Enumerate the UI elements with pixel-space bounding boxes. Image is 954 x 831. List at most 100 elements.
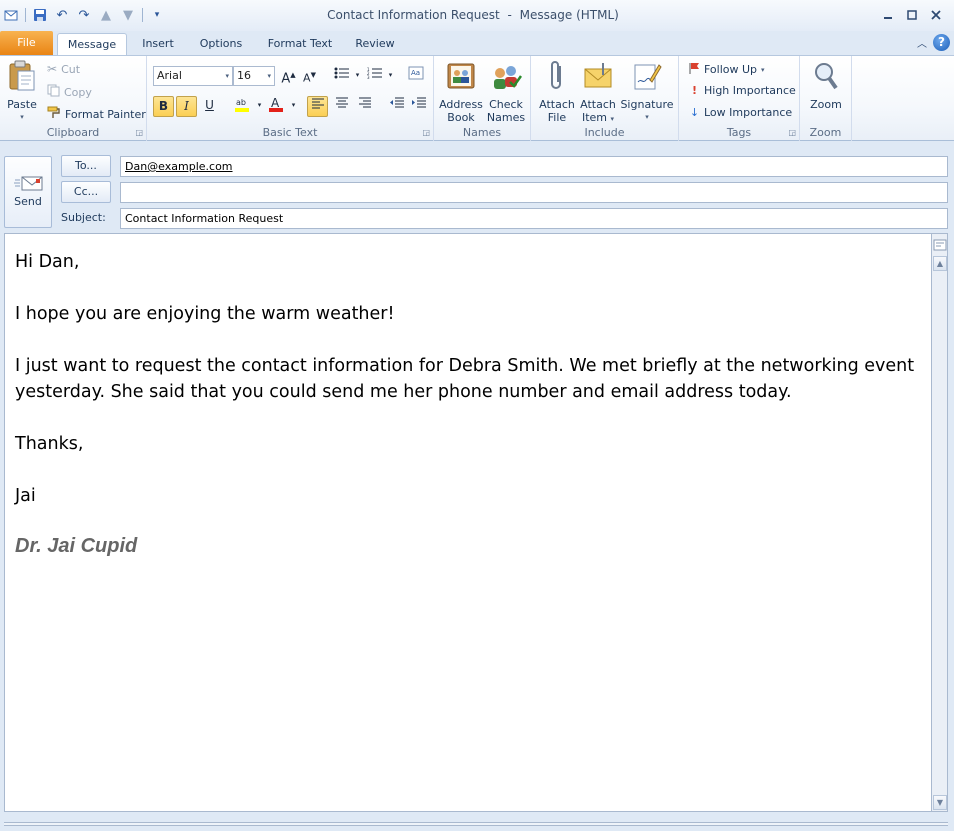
signature-dropdown-icon[interactable]: ▾ — [619, 111, 675, 124]
align-center-icon[interactable] — [331, 96, 352, 117]
bold-button[interactable]: B — [153, 96, 174, 117]
grow-font-icon[interactable]: A▲ — [278, 66, 299, 87]
paste-icon — [4, 60, 40, 95]
tab-options[interactable]: Options — [195, 33, 247, 55]
paintbrush-icon — [47, 106, 61, 122]
italic-button[interactable]: I — [176, 96, 197, 117]
tab-message[interactable]: Message — [57, 33, 127, 55]
high-importance-icon: ! — [691, 84, 698, 97]
paste-dropdown-icon[interactable]: ▾ — [4, 111, 40, 124]
maximize-icon[interactable] — [900, 6, 924, 24]
bottom-strip — [0, 812, 954, 831]
clipboard-group: Paste ▾ ✂ Cut Copy Format Painter Clipbo… — [0, 56, 147, 141]
font-name-combo[interactable]: Arial ▾ — [153, 66, 233, 86]
decrease-indent-icon[interactable] — [386, 96, 407, 117]
zoom-group: Zoom Zoom — [800, 56, 852, 141]
signature-button[interactable]: Signature ▾ — [619, 60, 675, 124]
message-body[interactable]: Hi Dan, I hope you are enjoying the warm… — [4, 233, 932, 812]
basic-text-launcher-icon[interactable]: ◲ — [422, 128, 430, 137]
body-closing: Thanks, — [15, 434, 84, 454]
copy-button[interactable]: Copy — [47, 84, 92, 100]
address-book-button[interactable]: Address Book — [438, 60, 484, 124]
tab-file[interactable]: File — [0, 31, 53, 55]
message-header: Send To... Cc... Subject: Dan@example.co… — [0, 142, 954, 232]
align-right-icon[interactable] — [354, 96, 375, 117]
check-names-button[interactable]: Check Names — [484, 60, 528, 124]
scroll-down-icon[interactable]: ▼ — [933, 795, 947, 810]
address-book-label-2: Book — [447, 111, 475, 124]
scroll-up-icon[interactable]: ▲ — [933, 256, 947, 271]
cc-button[interactable]: Cc... — [61, 181, 111, 203]
close-icon[interactable] — [924, 6, 948, 24]
low-importance-arrow-icon: ↓ — [689, 106, 700, 119]
svg-text:3: 3 — [367, 75, 370, 79]
message-subject-title: Contact Information Request — [327, 8, 500, 22]
attach-item-button[interactable]: Attach Item ▾ — [577, 60, 619, 126]
minimize-icon[interactable] — [876, 6, 900, 24]
flag-icon — [689, 62, 700, 77]
svg-text:A: A — [271, 96, 280, 110]
zoom-button[interactable]: Zoom — [804, 60, 848, 111]
align-left-icon[interactable] — [307, 96, 328, 117]
follow-up-dropdown-icon[interactable]: ▾ — [761, 66, 765, 74]
high-importance-button[interactable]: ! High Importance — [689, 84, 796, 97]
shrink-font-icon[interactable]: A▼ — [299, 66, 320, 87]
underline-button[interactable]: U — [199, 96, 220, 117]
subject-field[interactable]: Contact Information Request — [120, 208, 948, 229]
copy-label: Copy — [64, 85, 92, 99]
tabstrip-right: ︿ ? — [917, 34, 950, 51]
paste-button[interactable]: Paste ▾ — [4, 60, 40, 124]
email-signature: Dr. Jai Cupid — [15, 535, 138, 557]
follow-up-label: Follow Up — [704, 63, 758, 76]
send-label: Send — [14, 195, 42, 208]
basic-text-group: Arial ▾ 16 ▾ A▲ A▼ ▾ 123 ▾ Aa B I U ab ▾… — [147, 56, 434, 141]
cut-button[interactable]: ✂ Cut — [47, 62, 80, 76]
to-field[interactable]: Dan@example.com — [120, 156, 948, 177]
attach-file-button[interactable]: Attach File — [537, 60, 577, 124]
styles-icon[interactable]: Aa — [405, 66, 426, 87]
font-dropdown-icon[interactable]: ▾ — [225, 67, 229, 85]
envelope-icon — [577, 60, 619, 95]
format-painter-label: Format Painter — [65, 107, 146, 121]
address-book-icon — [438, 60, 484, 95]
check-names-icon — [484, 60, 528, 95]
clipboard-launcher-icon[interactable]: ◲ — [135, 128, 143, 137]
font-name-value: Arial — [157, 69, 182, 82]
ribbon: Paste ▾ ✂ Cut Copy Format Painter Clipbo… — [0, 55, 954, 141]
cc-field[interactable] — [120, 182, 948, 203]
attach-file-label-1: Attach — [539, 98, 575, 111]
attach-file-label-2: File — [547, 111, 567, 124]
clipboard-group-label: Clipboard — [46, 126, 100, 139]
low-importance-label: Low Importance — [704, 106, 793, 119]
low-importance-button[interactable]: ↓ Low Importance — [689, 106, 792, 119]
font-size-dropdown-icon[interactable]: ▾ — [267, 67, 271, 85]
font-color-dropdown-icon[interactable]: ▾ — [283, 96, 304, 117]
body-scrollbar[interactable]: ▲ ▼ — [931, 233, 948, 812]
magnifier-icon — [804, 60, 848, 95]
to-button[interactable]: To... — [61, 155, 111, 177]
tab-review[interactable]: Review — [352, 33, 398, 55]
collapse-ribbon-icon[interactable]: ︿ — [917, 35, 927, 50]
format-painter-button[interactable]: Format Painter — [47, 106, 146, 122]
paperclip-icon — [537, 60, 577, 95]
tab-insert[interactable]: Insert — [137, 33, 179, 55]
send-button[interactable]: Send — [4, 156, 52, 228]
tags-launcher-icon[interactable]: ◲ — [788, 128, 796, 137]
title-separator: - — [507, 8, 512, 22]
increase-indent-icon[interactable] — [408, 96, 429, 117]
message-mode: Message (HTML) — [519, 8, 619, 22]
attach-item-label-1: Attach — [580, 98, 616, 111]
attach-item-dropdown-icon[interactable]: ▾ — [611, 115, 615, 123]
font-size-combo[interactable]: 16 ▾ — [233, 66, 275, 86]
tab-format-text[interactable]: Format Text — [264, 33, 336, 55]
numbering-dropdown-icon[interactable]: ▾ — [380, 66, 401, 87]
bottom-divider — [4, 822, 948, 826]
follow-up-button[interactable]: Follow Up ▾ — [689, 62, 765, 77]
to-recipient[interactable]: Dan@example.com — [125, 160, 233, 173]
signature-label: Signature — [620, 98, 674, 111]
ruler-icon[interactable] — [933, 238, 947, 252]
help-icon[interactable]: ? — [933, 34, 950, 51]
signature-icon — [619, 60, 675, 95]
names-group-label: Names — [462, 126, 502, 139]
check-names-label-1: Check — [489, 98, 523, 111]
